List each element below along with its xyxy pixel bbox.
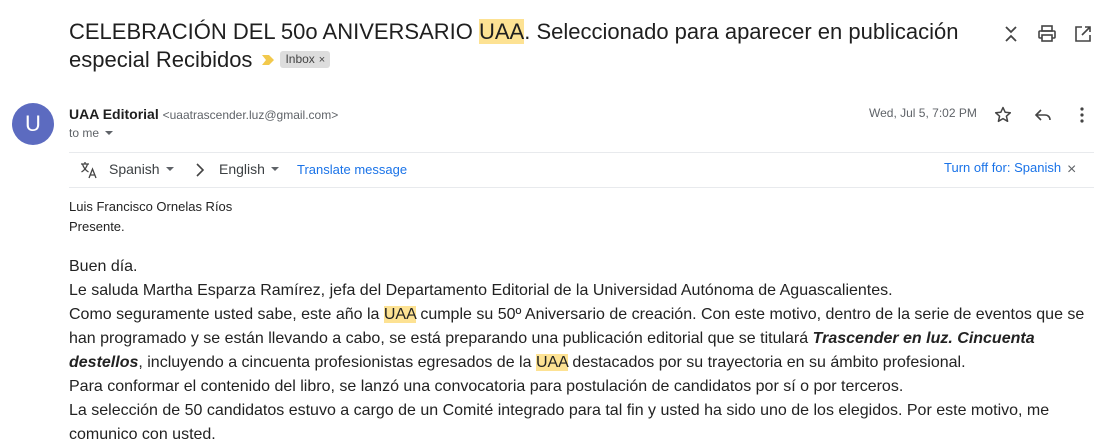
body-text-segment: , incluyendo a cincuenta profesionistas …	[138, 354, 536, 371]
sender-avatar[interactable]: U	[12, 103, 54, 145]
email-body: Buen día. Le saluda Martha Esparza Ramír…	[69, 255, 1089, 447]
sender-info: UAA Editorial <uaatrascender.luz@gmail.c…	[69, 105, 338, 124]
chevron-down-icon	[165, 167, 174, 172]
body-paragraph: Buen día.	[69, 258, 138, 275]
source-language-dropdown[interactable]: Spanish	[109, 161, 174, 177]
recipient-greeting: Luis Francisco Ornelas Ríos Presente.	[69, 197, 232, 237]
recipient-dropdown[interactable]: to me	[69, 126, 114, 140]
recipient-name: Luis Francisco Ornelas Ríos	[69, 199, 233, 214]
close-translate-bar-icon[interactable]: ×	[1067, 161, 1076, 179]
sender-name[interactable]: UAA Editorial	[69, 106, 159, 122]
more-options-icon[interactable]	[1072, 105, 1092, 125]
body-text-segment: destacados por su trayectoria en su ámbi…	[567, 354, 966, 371]
body-paragraph: Le saluda Martha Esparza Ramírez, jefa d…	[69, 282, 893, 299]
importance-marker-icon[interactable]	[262, 55, 275, 66]
open-in-new-window-icon[interactable]	[1073, 24, 1093, 44]
reply-icon[interactable]	[1033, 105, 1053, 125]
body-highlight: UAA	[535, 354, 568, 371]
body-highlight: UAA	[383, 306, 416, 323]
target-language: English	[219, 161, 265, 177]
turn-off-translation-link[interactable]: Turn off for: Spanish	[944, 160, 1061, 175]
source-language: Spanish	[109, 161, 160, 177]
expand-collapse-icon[interactable]	[1001, 24, 1021, 44]
inbox-label-text: Inbox	[285, 51, 315, 66]
greeting-presente: Presente.	[69, 219, 125, 234]
target-language-dropdown[interactable]: English	[219, 161, 279, 177]
email-subject: CELEBRACIÓN DEL 50o ANIVERSARIO UAA. Sel…	[69, 18, 969, 74]
body-paragraph: Como seguramente usted sabe, este año la…	[69, 303, 1089, 375]
star-icon[interactable]	[993, 105, 1013, 125]
remove-label-icon[interactable]: ×	[319, 54, 325, 66]
chevron-right-icon	[196, 163, 205, 177]
recipient-text: to me	[69, 126, 100, 140]
subject-highlight: UAA	[479, 19, 525, 44]
email-date: Wed, Jul 5, 7:02 PM	[869, 106, 977, 120]
body-text-segment: Como seguramente usted sabe, este año la	[69, 306, 384, 323]
body-paragraph: La selección de 50 candidatos estuvo a c…	[69, 402, 1050, 443]
translate-bar: Spanish English Translate message Turn o…	[69, 152, 1094, 188]
chevron-down-icon	[105, 130, 114, 135]
print-icon[interactable]	[1037, 24, 1057, 44]
body-paragraph: Para conformar el contenido del libro, s…	[69, 378, 904, 395]
inbox-label[interactable]: Inbox ×	[280, 50, 331, 68]
translate-message-link[interactable]: Translate message	[297, 162, 407, 177]
sender-email: <uaatrascender.luz@gmail.com>	[162, 108, 339, 122]
chevron-down-icon	[270, 167, 279, 172]
translate-icon	[81, 162, 97, 179]
subject-text-1: CELEBRACIÓN DEL 50o ANIVERSARIO	[69, 19, 479, 44]
